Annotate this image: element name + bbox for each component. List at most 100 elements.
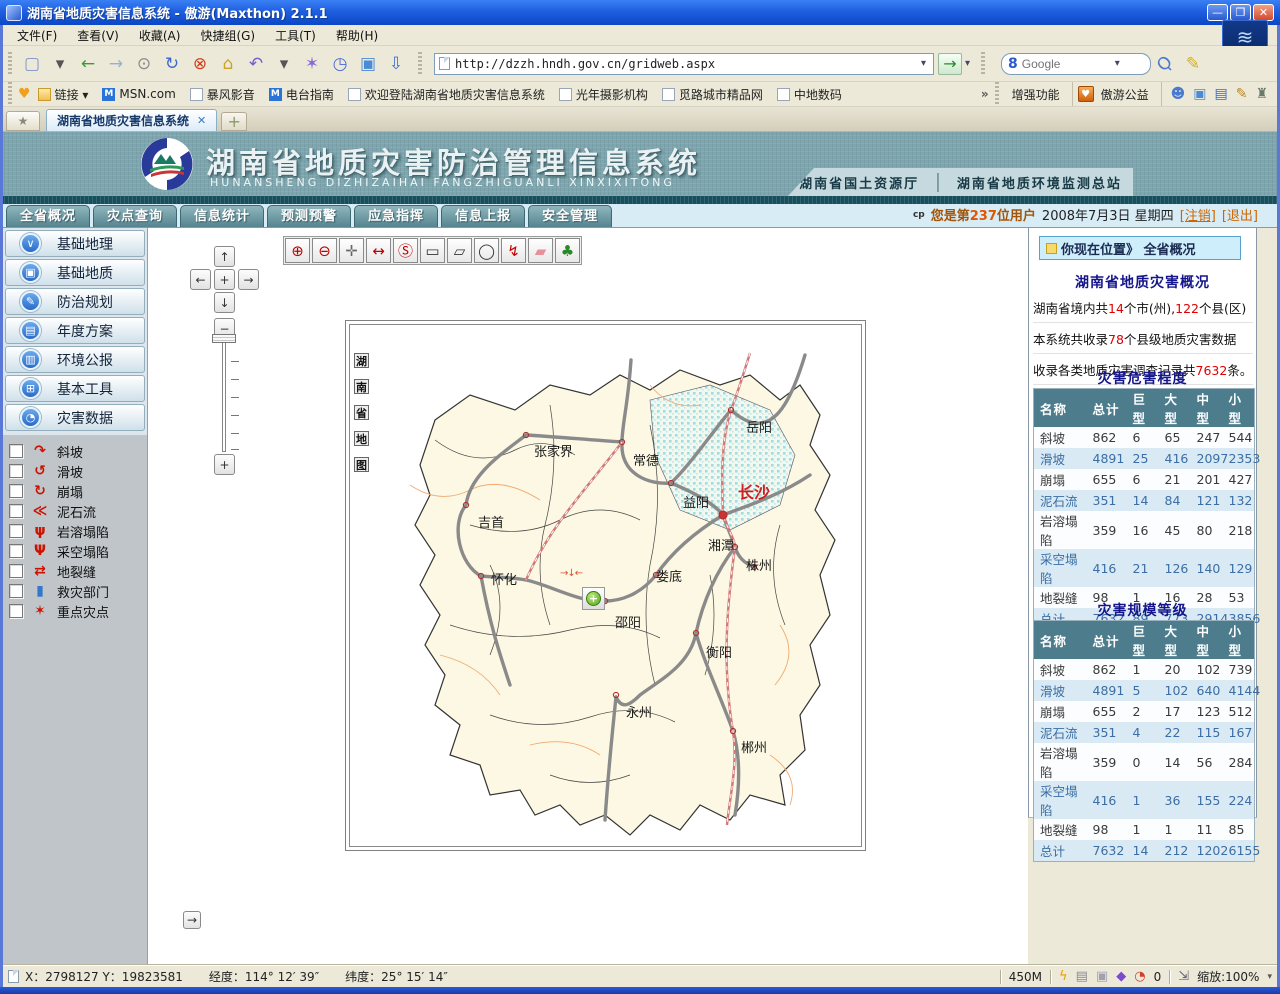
- bookmark-item[interactable]: 觅路城市精品网: [655, 84, 770, 105]
- bookmark-item[interactable]: M MSN.com: [95, 84, 182, 105]
- printer-icon[interactable]: ▤: [1076, 969, 1088, 984]
- favorites-heart-icon[interactable]: ♥: [18, 86, 31, 102]
- home-icon[interactable]: ⌂: [214, 50, 242, 78]
- pen-icon[interactable]: ✎: [1232, 86, 1252, 102]
- menu-item[interactable]: 快捷组(G): [191, 25, 264, 46]
- zoom-in-icon[interactable]: ⊕: [285, 238, 310, 263]
- bookmark-item[interactable]: 光年摄影机构: [552, 84, 655, 105]
- tab-active[interactable]: 湖南省地质灾害信息系统 ✕: [46, 109, 217, 131]
- bookmark-item[interactable]: 欢迎登陆湖南省地质灾害信息系统: [341, 84, 552, 105]
- bookmark-item[interactable]: 暴风影音: [183, 84, 262, 105]
- bookmark-item[interactable]: 链接 ▾: [31, 84, 96, 105]
- download-icon[interactable]: ⇩: [382, 50, 410, 78]
- undo-caret-icon[interactable]: ▾: [270, 50, 298, 78]
- nav-tab[interactable]: 预测预警: [267, 205, 351, 227]
- link-geo-env-station[interactable]: 湖南省地质环境监测总站: [957, 173, 1122, 192]
- zoom-slider-handle[interactable]: [212, 334, 236, 343]
- layer-checkbox[interactable]: [9, 604, 23, 618]
- maxthon-charity-button[interactable]: 傲游公益: [1094, 84, 1156, 105]
- new-window-icon[interactable]: ▣: [1096, 969, 1108, 984]
- nav-tab[interactable]: 信息统计: [180, 205, 264, 227]
- select-rect-icon[interactable]: ▭: [420, 238, 445, 263]
- full-extent-icon[interactable]: ♣: [555, 238, 580, 263]
- close-button[interactable]: ✕: [1253, 4, 1274, 21]
- history-clock-icon[interactable]: ◷: [326, 50, 354, 78]
- menu-item[interactable]: 帮助(H): [327, 25, 387, 46]
- layer-checkbox[interactable]: [9, 484, 23, 498]
- measure-area-icon[interactable]: Ⓢ: [393, 238, 418, 263]
- tab-close-icon[interactable]: ✕: [197, 114, 206, 127]
- nav-tab[interactable]: 应急指挥: [354, 205, 438, 227]
- pan-up-button[interactable]: ↑: [214, 246, 235, 267]
- refresh-icon[interactable]: ↻: [158, 50, 186, 78]
- menu-item[interactable]: 文件(F): [8, 25, 66, 46]
- zoom-in-slider-button[interactable]: +: [214, 454, 235, 475]
- logout-link[interactable]: [注销]: [1180, 205, 1216, 224]
- popup-blocker-icon[interactable]: ◔: [1134, 969, 1145, 984]
- menu-item[interactable]: 工具(T): [266, 25, 325, 46]
- menu-item[interactable]: 查看(V): [68, 25, 128, 46]
- stop-icon[interactable]: ⊗: [186, 50, 214, 78]
- eraser-icon[interactable]: ▰: [528, 238, 553, 263]
- section-basic-tools[interactable]: ⊞ 基本工具: [5, 375, 145, 402]
- pan-icon[interactable]: ✛: [339, 238, 364, 263]
- section-base-geography[interactable]: ∨ 基础地理: [5, 230, 145, 257]
- select-circle-icon[interactable]: ◯: [474, 238, 499, 263]
- exit-link[interactable]: [退出]: [1222, 205, 1258, 224]
- zoom-slider-track[interactable]: [222, 342, 226, 452]
- new-page-caret-icon[interactable]: ▾: [46, 50, 74, 78]
- building-icon[interactable]: ♜: [1251, 86, 1272, 102]
- menu-item[interactable]: 收藏(A): [130, 25, 190, 46]
- section-annual-plan[interactable]: ▤ 年度方案: [5, 317, 145, 344]
- history-dropdown-icon[interactable]: ⊙: [130, 50, 158, 78]
- undo-icon[interactable]: ↶: [242, 50, 270, 78]
- nav-tab[interactable]: 安全管理: [528, 205, 612, 227]
- pan-center-button[interactable]: +: [214, 269, 235, 290]
- user-icon[interactable]: ☻: [1167, 86, 1190, 102]
- bookmark-item[interactable]: 中地数码: [770, 84, 849, 105]
- forward-icon[interactable]: →: [102, 50, 130, 78]
- maximize-button[interactable]: ❐: [1230, 4, 1251, 21]
- layer-checkbox[interactable]: [9, 504, 23, 518]
- resize-icon[interactable]: ⇲: [1178, 969, 1189, 984]
- plus-features-button[interactable]: 增强功能: [1005, 84, 1067, 105]
- url-input[interactable]: [455, 57, 918, 71]
- back-icon[interactable]: ←: [74, 50, 102, 78]
- layer-checkbox[interactable]: [9, 584, 23, 598]
- nav-tab[interactable]: 全省概况: [6, 205, 90, 227]
- pan-left-button[interactable]: ←: [190, 269, 211, 290]
- search-icon[interactable]: Ϙ: [1145, 44, 1185, 84]
- layer-checkbox[interactable]: [9, 444, 23, 458]
- tab-star-button[interactable]: ★: [6, 111, 40, 131]
- sessions-icon[interactable]: ▣: [354, 50, 382, 78]
- go-options-caret[interactable]: ▾: [962, 58, 973, 69]
- zoom-caret-icon[interactable]: ▾: [1267, 972, 1272, 982]
- zoom-out-icon[interactable]: ⊖: [312, 238, 337, 263]
- link-land-resources-dept[interactable]: 湖南省国土资源厅: [799, 173, 919, 192]
- magic-wand-icon[interactable]: ✶: [298, 50, 326, 78]
- go-button[interactable]: →: [938, 53, 962, 75]
- bookmark-item[interactable]: M 电台指南: [262, 84, 341, 105]
- section-disaster-data[interactable]: ◔ 灾害数据: [5, 404, 145, 431]
- layer-checkbox[interactable]: [9, 564, 23, 578]
- pan-down-button[interactable]: ↓: [214, 292, 235, 313]
- bookmarks-overflow-chevron[interactable]: »: [975, 87, 995, 101]
- map-canvas[interactable]: 张家界常德岳阳益阳长沙吉首湘潭株州怀化娄底邵阳衡阳永州郴州 湖南省地图 →↓← …: [349, 324, 862, 847]
- section-base-geology[interactable]: ▣ 基础地质: [5, 259, 145, 286]
- new-page-icon[interactable]: ▢: [18, 50, 46, 78]
- boost-lightning-icon[interactable]: ϟ: [1059, 969, 1068, 984]
- new-tab-button[interactable]: +: [221, 112, 247, 131]
- select-polygon-icon[interactable]: ▱: [447, 238, 472, 263]
- search-engine-caret[interactable]: ▾: [1112, 58, 1123, 69]
- url-dropdown-icon[interactable]: ▾: [918, 58, 929, 69]
- sidebar-expand-button[interactable]: →: [183, 911, 201, 929]
- window-icon[interactable]: ▣: [1189, 86, 1210, 102]
- redline-icon[interactable]: ↯: [501, 238, 526, 263]
- pan-right-button[interactable]: →: [238, 269, 259, 290]
- layer-checkbox[interactable]: [9, 524, 23, 538]
- section-env-bulletin[interactable]: ▥ 环境公报: [5, 346, 145, 373]
- map-marker-button[interactable]: +: [582, 587, 605, 610]
- nav-tab[interactable]: 灾点查询: [93, 205, 177, 227]
- measure-distance-icon[interactable]: ↔: [366, 238, 391, 263]
- adblock-diamond-icon[interactable]: ◆: [1116, 969, 1126, 984]
